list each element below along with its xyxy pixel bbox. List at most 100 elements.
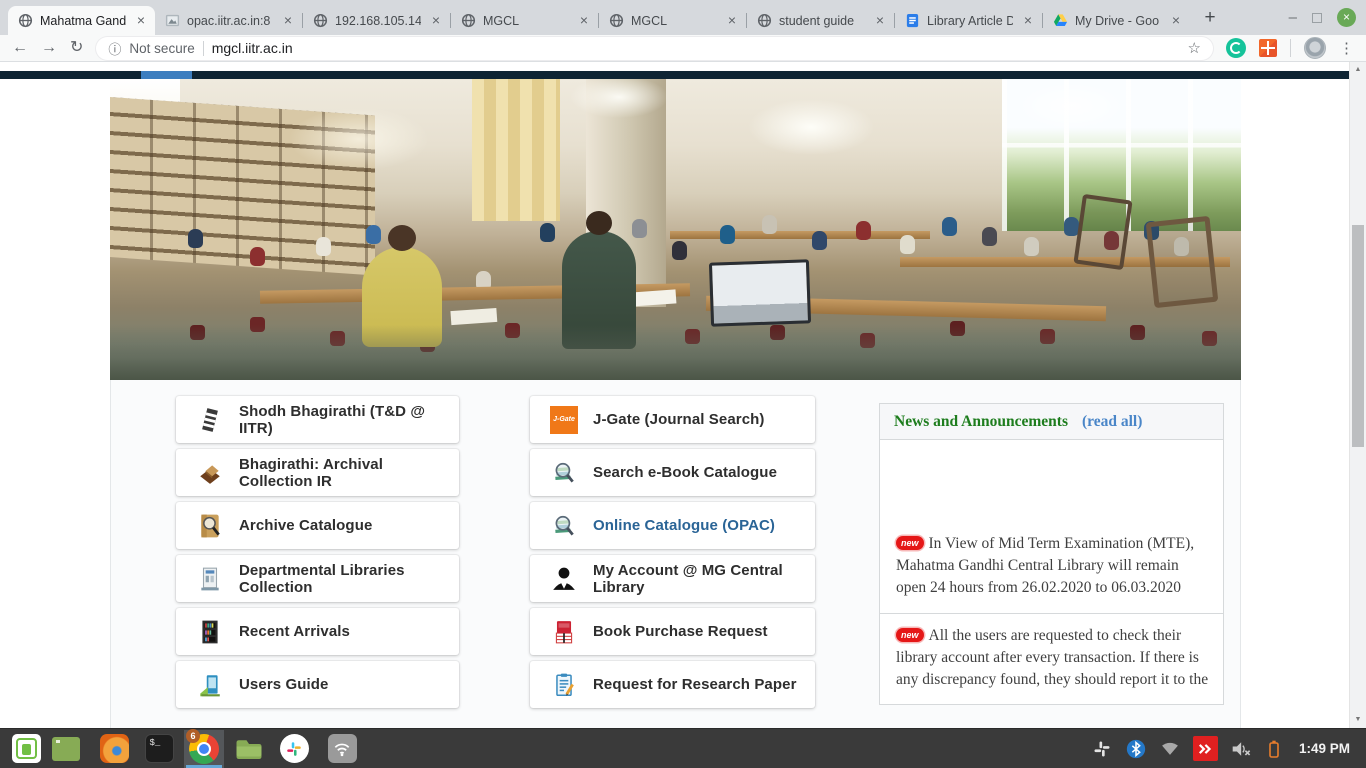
link-research-paper-request[interactable]: Request for Research Paper <box>530 661 815 708</box>
browser-tab[interactable]: opac.iitr.ac.in:8 <box>155 6 302 35</box>
link-jgate[interactable]: J-Gate J-Gate (Journal Search) <box>530 396 815 443</box>
tab-close-icon[interactable] <box>1168 13 1184 29</box>
volume-muted-icon[interactable] <box>1231 739 1253 759</box>
news-header: News and Announcements(read all) <box>880 404 1223 440</box>
tab-close-icon[interactable] <box>1020 13 1036 29</box>
link-book-purchase[interactable]: Book Purchase Request <box>530 608 815 655</box>
site-navbar <box>0 71 1349 79</box>
window-minimize-button[interactable] <box>1289 13 1297 23</box>
news-item: newIn View of Mid Term Examination (MTE)… <box>880 533 1223 613</box>
browser-tab[interactable]: 192.168.105.14 <box>303 6 450 35</box>
link-bhagirathi-archival[interactable]: Bhagirathi: Archival Collection IR <box>176 449 459 496</box>
bluetooth-icon[interactable] <box>1125 738 1147 760</box>
window-maximize-button[interactable] <box>1312 13 1322 23</box>
network-app-launcher[interactable] <box>322 730 362 768</box>
firefox-icon <box>100 734 129 763</box>
browser-tab-active[interactable]: Mahatma Gand <box>8 6 155 35</box>
globe-favicon-icon <box>460 13 476 29</box>
new-tab-button[interactable] <box>1196 5 1224 33</box>
wifi-icon[interactable] <box>1160 741 1180 757</box>
red-book-icon <box>550 617 578 647</box>
photo-empty-chair-decor <box>1146 216 1219 308</box>
library-photo <box>110 79 1241 380</box>
omnibox-divider <box>203 41 204 56</box>
desktop-icon <box>52 737 80 761</box>
browser-tab[interactable]: MGCL <box>599 6 746 35</box>
link-recent-arrivals[interactable]: Recent Arrivals <box>176 608 459 655</box>
scrollbar-down-arrow[interactable]: ▼ <box>1350 712 1366 728</box>
page-content: Shodh Bhagirathi (T&D @ IITR) Bhagirathi… <box>110 380 1241 728</box>
news-item: newAll the users are requested to check … <box>880 613 1223 705</box>
chrome-launcher[interactable]: 6 <box>184 730 224 768</box>
terminal-launcher[interactable]: $_ <box>139 730 179 768</box>
link-my-account[interactable]: My Account @ MG Central Library <box>530 555 815 602</box>
archival-book-icon <box>196 458 224 488</box>
vertical-scrollbar[interactable]: ▲ ▼ <box>1349 62 1366 728</box>
tab-close-icon[interactable] <box>724 13 740 29</box>
tab-title: Mahatma Gand <box>40 14 126 28</box>
extension-icon[interactable] <box>1259 39 1277 57</box>
mint-logo-icon <box>12 734 41 763</box>
battery-icon[interactable] <box>1266 738 1282 760</box>
quick-links-left-column: Shodh Bhagirathi (T&D @ IITR) Bhagirathi… <box>176 396 459 714</box>
photo-laptop-decor <box>709 259 811 326</box>
clock[interactable]: 1:49 PM <box>1299 741 1350 756</box>
jgate-logo-icon: J-Gate <box>550 405 578 435</box>
link-users-guide[interactable]: Users Guide <box>176 661 459 708</box>
photo-table-decor <box>670 231 930 239</box>
globe-favicon-icon <box>17 13 33 29</box>
link-archive-catalogue[interactable]: Archive Catalogue <box>176 502 459 549</box>
globe-favicon-icon <box>312 13 328 29</box>
back-button[interactable]: ← <box>12 40 28 56</box>
tab-close-icon[interactable] <box>428 13 444 29</box>
link-opac[interactable]: Online Catalogue (OPAC) <box>530 502 815 549</box>
scrollbar-thumb[interactable] <box>1352 225 1364 447</box>
tab-close-icon[interactable] <box>280 13 296 29</box>
browser-tab[interactable]: My Drive - Goo <box>1043 6 1190 35</box>
slack-tray-icon[interactable] <box>1092 739 1112 759</box>
files-launcher[interactable] <box>229 730 269 768</box>
link-shodh-bhagirathi[interactable]: Shodh Bhagirathi (T&D @ IITR) <box>176 396 459 443</box>
tab-close-icon[interactable] <box>133 13 149 29</box>
browser-tab[interactable]: student guide <box>747 6 894 35</box>
firefox-launcher[interactable] <box>94 730 134 768</box>
archive-search-icon <box>196 511 224 541</box>
browser-tab[interactable]: Library Article D <box>895 6 1042 35</box>
news-read-all-link[interactable]: (read all) <box>1082 413 1142 430</box>
link-ebook-catalogue[interactable]: Search e-Book Catalogue <box>530 449 815 496</box>
page-info-icon[interactable]: ⓘ <box>108 39 121 58</box>
refresh-button[interactable]: ↻ <box>70 40 83 56</box>
window-close-button[interactable] <box>1337 8 1356 27</box>
screen: Mahatma Gand opac.iitr.ac.in:8 192.168.1… <box>0 0 1366 768</box>
profile-avatar[interactable] <box>1304 37 1326 59</box>
catalogue-search-icon <box>550 511 578 541</box>
anydesk-icon[interactable] <box>1193 736 1218 761</box>
forward-button[interactable]: → <box>41 40 57 56</box>
image-favicon-icon <box>164 13 180 29</box>
globe-favicon-icon <box>756 13 772 29</box>
security-label: Not secure <box>129 41 194 56</box>
address-bar[interactable]: ⓘ Not secure mgcl.iitr.ac.in <box>96 37 1213 60</box>
photo-floor-decor <box>110 325 1241 380</box>
show-desktop-button[interactable] <box>46 730 86 768</box>
browser-tab[interactable]: MGCL <box>451 6 598 35</box>
photo-students-decor <box>188 229 203 248</box>
grammarly-extension-icon[interactable] <box>1226 38 1246 58</box>
tab-close-icon[interactable] <box>872 13 888 29</box>
url-text: mgcl.iitr.ac.in <box>212 40 293 56</box>
system-tray: 1:49 PM <box>1092 736 1360 761</box>
site-navbar-active-indicator <box>141 71 192 79</box>
scrollbar-up-arrow[interactable]: ▲ <box>1350 62 1366 78</box>
link-departmental-libraries[interactable]: Departmental Libraries Collection <box>176 555 459 602</box>
guide-kiosk-icon <box>196 670 224 700</box>
mint-menu-button[interactable] <box>6 730 46 768</box>
photo-empty-chair-decor <box>1073 194 1132 270</box>
thesis-stack-icon <box>196 405 224 435</box>
bookmark-star-icon[interactable] <box>1188 39 1201 57</box>
slack-launcher[interactable] <box>274 730 314 768</box>
new-badge: new <box>896 628 924 642</box>
library-kiosk-icon <box>196 564 224 594</box>
news-panel: News and Announcements(read all) newIn V… <box>879 403 1224 705</box>
tab-close-icon[interactable] <box>576 13 592 29</box>
browser-menu-icon[interactable] <box>1339 39 1354 57</box>
